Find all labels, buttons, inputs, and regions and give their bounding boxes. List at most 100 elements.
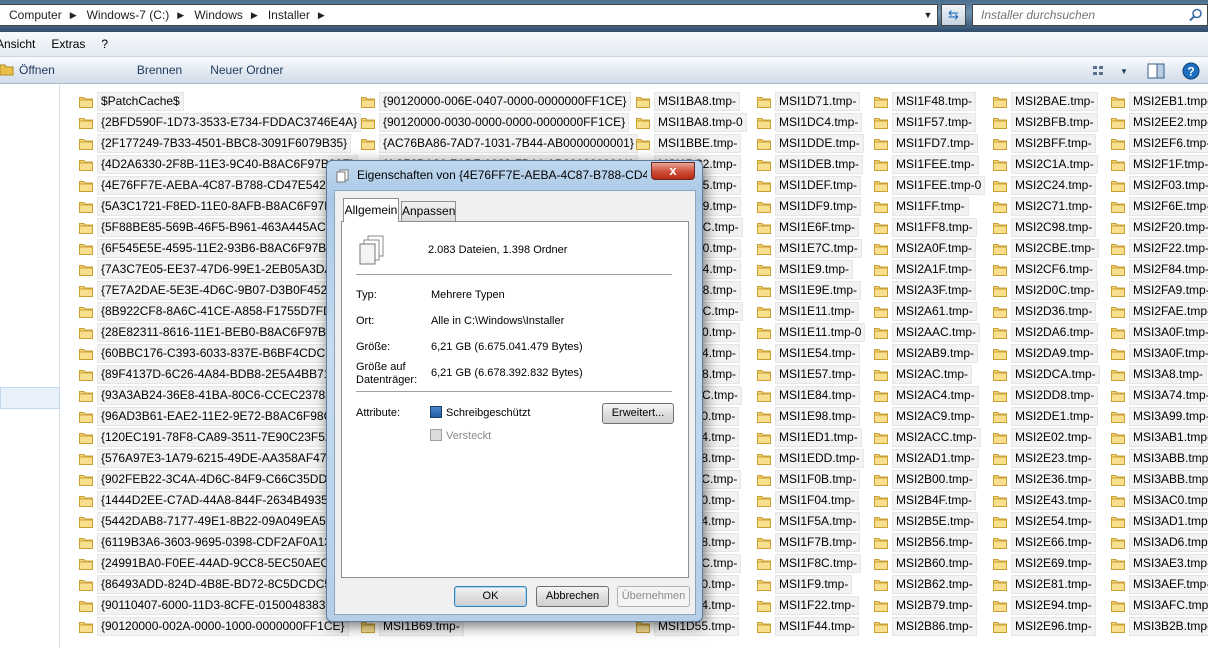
breadcrumb-drive[interactable]: Windows-7 (C:) ▶ xyxy=(87,8,185,22)
list-item[interactable]: MSI2CF6.tmp- xyxy=(991,259,1100,280)
list-item[interactable]: MSI1F22.tmp- xyxy=(755,595,865,616)
list-item[interactable]: MSI2F1F.tmp- xyxy=(1109,154,1208,175)
list-item[interactable]: MSI2D0C.tmp- xyxy=(991,280,1100,301)
list-item[interactable]: MSI3ABB.tmp- xyxy=(1109,448,1208,469)
list-item[interactable]: MSI1F5A.tmp- xyxy=(755,511,865,532)
breadcrumb-windows[interactable]: Windows ▶ xyxy=(194,8,258,22)
list-item[interactable]: MSI1E11.tmp-0 xyxy=(755,322,866,343)
list-item[interactable]: MSI1F04.tmp- xyxy=(755,490,865,511)
list-item[interactable]: {86493ADD-824D-4B8E-BD72-8C5DCDC52A8} xyxy=(77,574,366,595)
list-item[interactable]: MSI1E11.tmp- xyxy=(755,301,865,322)
list-item[interactable]: MSI2AAC.tmp- xyxy=(872,322,985,343)
list-item[interactable]: MSI1F8C.tmp- xyxy=(755,553,865,574)
list-item[interactable]: MSI2AB9.tmp- xyxy=(872,343,985,364)
list-item[interactable]: MSI2A61.tmp- xyxy=(872,301,985,322)
list-item[interactable]: MSI1F7B.tmp- xyxy=(755,532,865,553)
chevron-right-icon[interactable]: ▶ xyxy=(318,10,325,21)
breadcrumb-installer[interactable]: Installer ▶ xyxy=(268,8,325,22)
list-item[interactable]: MSI2E02.tmp- xyxy=(991,427,1100,448)
list-item[interactable]: {90120000-006E-0407-0000-0000000FF1CE} xyxy=(359,91,638,112)
list-item[interactable]: MSI1E57.tmp- xyxy=(755,364,865,385)
menu-view[interactable]: Ansicht xyxy=(0,37,35,51)
list-item[interactable]: MSI3AC0.tmp- xyxy=(1109,490,1208,511)
view-options-button[interactable]: ▼ xyxy=(1092,61,1128,81)
list-item[interactable]: MSI2DA6.tmp- xyxy=(991,322,1100,343)
advanced-button[interactable]: Erweitert... xyxy=(602,403,674,424)
list-item[interactable]: MSI1BA8.tmp-0 xyxy=(634,112,747,133)
list-item[interactable]: {6F545E5E-4595-11E2-93B6-B8AC6F97B88E} xyxy=(77,238,366,259)
list-item[interactable]: MSI3ABB.tmp- xyxy=(1109,469,1208,490)
chevron-down-icon[interactable]: ▼ xyxy=(1120,67,1128,76)
list-item[interactable]: {576A97E3-1A79-6215-49DE-AA358AF47420} xyxy=(77,448,366,469)
ok-button[interactable]: OK xyxy=(454,586,527,607)
list-item[interactable]: MSI2C24.tmp- xyxy=(991,175,1100,196)
list-item[interactable]: MSI3AD6.tmp- xyxy=(1109,532,1208,553)
list-item[interactable]: MSI2A0F.tmp- xyxy=(872,238,985,259)
list-item[interactable]: MSI2E23.tmp- xyxy=(991,448,1100,469)
address-field[interactable]: Computer ▶ Windows-7 (C:) ▶ Windows ▶ Insta… xyxy=(0,4,938,26)
new-folder-button[interactable]: Neuer Ordner xyxy=(210,63,283,77)
list-item[interactable]: MSI2BFB.tmp- xyxy=(991,112,1100,133)
tab-customize[interactable]: Anpassen xyxy=(401,201,456,221)
list-item[interactable]: MSI3AE3.tmp- xyxy=(1109,553,1208,574)
list-item[interactable]: MSI2F22.tmp- xyxy=(1109,238,1208,259)
chevron-right-icon[interactable]: ▶ xyxy=(251,10,258,21)
list-item[interactable]: MSI2A1F.tmp- xyxy=(872,259,985,280)
list-item[interactable]: MSI2FAE.tmp- xyxy=(1109,301,1208,322)
list-item[interactable]: MSI2B62.tmp- xyxy=(872,574,985,595)
list-item[interactable]: MSI2AC4.tmp- xyxy=(872,385,985,406)
list-item[interactable]: {4D2A6330-2F8B-11E3-9C40-B8AC6F97B88E} xyxy=(77,154,366,175)
chevron-right-icon[interactable]: ▶ xyxy=(177,10,184,21)
list-item[interactable]: {2BFD590F-1D73-3533-E734-FDDAC3746E4A} xyxy=(77,112,366,133)
list-item[interactable]: MSI2E69.tmp- xyxy=(991,553,1100,574)
list-item[interactable]: MSI1FF.tmp- xyxy=(872,196,985,217)
breadcrumb-computer[interactable]: Computer ▶ xyxy=(9,8,77,22)
list-item[interactable]: MSI2A3F.tmp- xyxy=(872,280,985,301)
search-box[interactable] xyxy=(972,4,1208,26)
list-item[interactable]: MSI2E81.tmp- xyxy=(991,574,1100,595)
close-button[interactable]: x xyxy=(651,162,695,180)
list-item[interactable]: MSI3A8.tmp- xyxy=(1109,364,1208,385)
list-item[interactable]: MSI2E66.tmp- xyxy=(991,532,1100,553)
list-item[interactable]: MSI2DCA.tmp- xyxy=(991,364,1100,385)
chevron-down-icon[interactable]: ▼ xyxy=(921,8,935,22)
list-item[interactable]: MSI3AD1.tmp- xyxy=(1109,511,1208,532)
list-item[interactable]: MSI2B86.tmp- xyxy=(872,616,985,637)
list-item[interactable]: MSI1FF8.tmp- xyxy=(872,217,985,238)
menu-extras[interactable]: Extras xyxy=(51,37,85,51)
list-item[interactable]: MSI2E43.tmp- xyxy=(991,490,1100,511)
list-item[interactable]: MSI1E98.tmp- xyxy=(755,406,865,427)
list-item[interactable]: MSI1F57.tmp- xyxy=(872,112,985,133)
nav-selected-item[interactable] xyxy=(0,387,60,409)
tab-general[interactable]: Allgemein xyxy=(343,198,399,222)
list-item[interactable]: MSI2AD1.tmp- xyxy=(872,448,985,469)
readonly-checkbox[interactable] xyxy=(430,406,442,418)
list-item[interactable]: {7E7A2DAE-5E3E-4D6C-9B07-D3B0F452B7E7} xyxy=(77,280,366,301)
list-item[interactable]: MSI2C1A.tmp- xyxy=(991,154,1100,175)
list-item[interactable]: MSI2F84.tmp- xyxy=(1109,259,1208,280)
list-item[interactable]: MSI1F0B.tmp- xyxy=(755,469,865,490)
list-item[interactable]: MSI1DF9.tmp- xyxy=(755,196,865,217)
list-item[interactable]: MSI1BBE.tmp- xyxy=(634,133,747,154)
list-item[interactable]: MSI2C71.tmp- xyxy=(991,196,1100,217)
list-item[interactable]: MSI2B79.tmp- xyxy=(872,595,985,616)
list-item[interactable]: {90120000-0030-0000-0000-0000000FF1CE} xyxy=(359,112,638,133)
list-item[interactable]: MSI2E96.tmp- xyxy=(991,616,1100,637)
list-item[interactable]: MSI2DE1.tmp- xyxy=(991,406,1100,427)
list-item[interactable]: {5442DAB8-7177-49E1-8B22-09A049EA5996} xyxy=(77,511,366,532)
list-item[interactable]: {4E76FF7E-AEBA-4C87-B788-CD47E5425B9D} xyxy=(77,175,366,196)
preview-pane-button[interactable] xyxy=(1147,61,1165,81)
list-item[interactable]: MSI2F20.tmp- xyxy=(1109,217,1208,238)
apply-button[interactable]: Übernehmen xyxy=(617,586,690,607)
cancel-button[interactable]: Abbrechen xyxy=(536,586,609,607)
list-item[interactable]: MSI3A99.tmp- xyxy=(1109,406,1208,427)
list-item[interactable]: MSI1E6F.tmp- xyxy=(755,217,865,238)
list-item[interactable]: MSI2E54.tmp- xyxy=(991,511,1100,532)
list-item[interactable]: MSI2AC.tmp- xyxy=(872,364,985,385)
list-item[interactable]: MSI3AB1.tmp- xyxy=(1109,427,1208,448)
list-item[interactable]: MSI1DEF.tmp- xyxy=(755,175,865,196)
list-item[interactable]: MSI2AC9.tmp- xyxy=(872,406,985,427)
list-item[interactable]: MSI2D36.tmp- xyxy=(991,301,1100,322)
burn-button[interactable]: Brennen xyxy=(83,63,182,77)
list-item[interactable]: MSI1E9.tmp- xyxy=(755,259,865,280)
